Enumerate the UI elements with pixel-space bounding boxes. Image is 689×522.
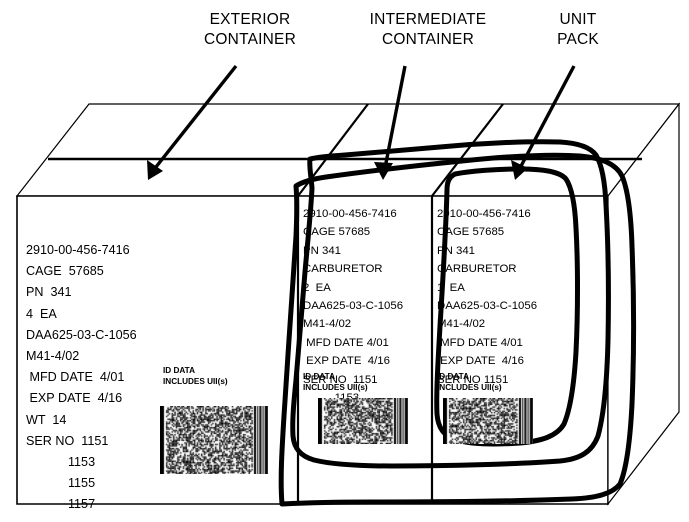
label-mfd-date: MFD DATE 4/01 <box>26 370 125 385</box>
label-quantity: 1 EA <box>437 281 465 294</box>
label-contract: DAA625-03-C-1056 <box>26 327 137 342</box>
label-quantity: 2 EA <box>303 281 331 294</box>
label-cage: CAGE 57685 <box>437 226 505 239</box>
barcode-unit-pack <box>443 398 533 444</box>
label-serial-4: 1157 <box>26 497 96 512</box>
callout-exterior-container: EXTERIOR CONTAINER <box>204 11 296 48</box>
label-nomenclature: CARBURETOR <box>303 263 383 276</box>
label-nsn: 2910-00-456-7416 <box>26 243 130 257</box>
label-exterior-container: 2910-00-456-7416 CAGE 57685 PN 341 4 EA … <box>26 240 176 516</box>
label-contract: DAA625-03-C-1056 <box>437 300 538 313</box>
label-part-number: PN 341 <box>303 244 341 257</box>
barcode-intermediate-container <box>318 398 408 444</box>
label-mfd-date: MFD DATE 4/01 <box>303 336 389 349</box>
callout-intermediate-container: INTERMEDIATE CONTAINER <box>369 11 487 48</box>
label-serial-1: SER NO 1151 <box>26 433 109 448</box>
label-lot: M41-4/02 <box>437 318 486 331</box>
label-mfd-date: MFD DATE 4/01 <box>437 336 523 349</box>
barcode-exterior-container <box>160 406 268 474</box>
label-lot: M41-4/02 <box>26 349 80 364</box>
label-cage: CAGE 57685 <box>303 226 371 239</box>
id-data-note-unit-pack: ID DATA INCLUDES UII(s) <box>437 372 502 392</box>
label-exp-date: EXP DATE 4/16 <box>303 355 390 368</box>
label-part-number: PN 341 <box>26 285 72 300</box>
id-data-note-exterior: ID DATA INCLUDES UII(s) <box>163 366 228 386</box>
label-exp-date: EXP DATE 4/16 <box>26 391 123 406</box>
label-unit-pack: 2910-00-456-7416 CAGE 57685 PN 341 CARBU… <box>437 205 569 389</box>
label-contract: DAA625-03-C-1056 <box>303 300 404 313</box>
carton-top-face <box>15 103 681 197</box>
id-data-note-intermediate: ID DATA INCLUDES UII(s) <box>303 372 368 392</box>
label-nomenclature: CARBURETOR <box>437 263 517 276</box>
label-nsn: 2910-00-456-7416 <box>437 208 531 220</box>
label-part-number: PN 341 <box>437 244 475 257</box>
packaging-label-diagram: EXTERIOR CONTAINER INTERMEDIATE CONTAINE… <box>0 0 689 522</box>
label-nsn: 2910-00-456-7416 <box>303 208 397 220</box>
label-serial-2: 1153 <box>26 455 96 470</box>
label-exp-date: EXP DATE 4/16 <box>437 355 524 368</box>
label-quantity: 4 EA <box>26 306 57 321</box>
label-cage: CAGE 57685 <box>26 264 104 279</box>
callout-unit-pack: UNIT PACK <box>557 11 599 48</box>
label-serial-3: 1155 <box>26 476 96 491</box>
label-weight: WT 14 <box>26 412 67 427</box>
label-lot: M41-4/02 <box>303 318 352 331</box>
